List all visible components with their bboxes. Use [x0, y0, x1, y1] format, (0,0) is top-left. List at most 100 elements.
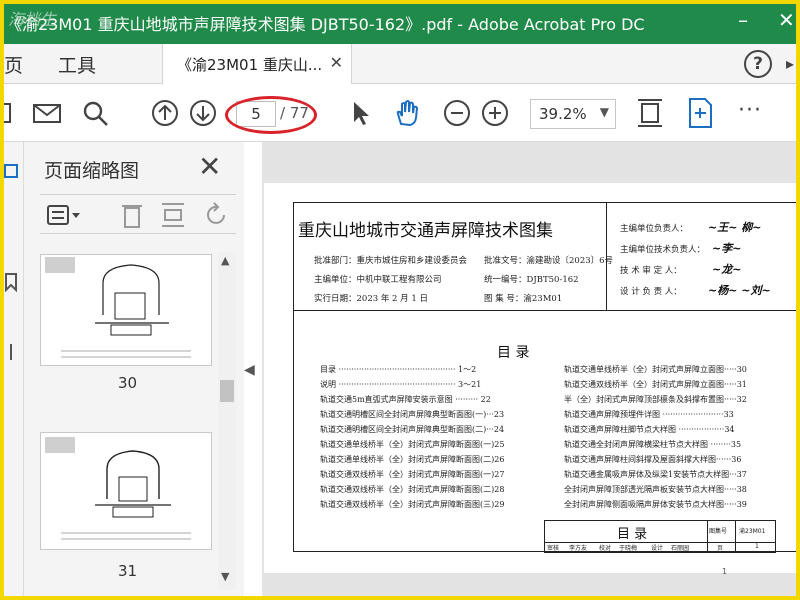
watermark: 海档生	[8, 10, 57, 29]
toc-left-entry-7: 轨道交通单线桥半（全）封闭式声屏障断面图(二)26	[320, 455, 505, 464]
titleblock-heading: 目 录	[617, 527, 648, 542]
chief-tech-person: 主编单位技术负责人：	[620, 245, 706, 255]
toc-right-entry-6: 轨道交通全封闭声屏障横梁柱节点大样图 ········35	[564, 440, 742, 449]
toc-right-entry-8: 轨道交通金属吸声屏体及纵梁1安装节点大样图···37	[564, 470, 747, 479]
select-cursor-icon[interactable]	[346, 98, 376, 128]
thumbnail-options-icon[interactable]	[46, 203, 82, 227]
zoom-out-icon[interactable]	[442, 98, 472, 128]
signature: ~龙~	[712, 263, 742, 276]
more-tools-icon[interactable]: ···	[738, 98, 762, 123]
zoom-in-icon[interactable]	[480, 98, 510, 128]
toolbar	[0, 84, 800, 142]
tech-reviewer: 技 术 审 定 人：	[620, 266, 682, 276]
toc-left-entry-1: 目录 ·····································…	[320, 365, 477, 374]
menu-overflow-icon[interactable]: ▸	[786, 54, 794, 73]
thumbnail-page-number: 31	[118, 562, 138, 580]
next-page-icon[interactable]	[188, 98, 218, 128]
zoom-select[interactable]: 39.2% ▼	[530, 99, 616, 129]
titleblock-reviewer-label: 审核	[547, 545, 560, 552]
scrollbar-thumb[interactable]	[220, 380, 234, 402]
menu-bar: 页 工具 《渝23M01 重庆山... ✕ ? ▸	[0, 44, 800, 84]
previous-page-icon[interactable]	[150, 98, 180, 128]
title-bar: 海档生 《渝23M01 重庆山地城市声屏障技术图集 DJBT50-162》.pd…	[0, 0, 800, 44]
toc-left-entry-3: 轨道交通5m直弧式声屏障安装示意图 ········· 22	[320, 395, 491, 404]
read-mode-icon[interactable]	[684, 96, 716, 130]
toc-right-entry-3: 半（全）封闭式声屏障顶部檩条及斜撑布置图·····32	[564, 395, 747, 404]
titleblock-designer-label: 设计	[651, 545, 664, 552]
toc-left-entry-8: 轨道交通双线桥半（全）封闭式声屏障断面图(一)27	[320, 470, 505, 479]
close-window-button[interactable]: ✕	[778, 8, 795, 32]
effective-date: 实行日期：2023 年 2 月 1 日	[314, 294, 428, 304]
page-footer-number: 1	[722, 567, 728, 576]
attachment-icon[interactable]	[2, 342, 20, 362]
chevron-down-icon: ▼	[599, 105, 609, 119]
scroll-down-icon[interactable]: ▼	[221, 570, 229, 583]
rotate-page-icon[interactable]	[204, 201, 230, 229]
toc-right-entry-9: 全封闭声屏障顶部透光隔声板安装节点大样图·····38	[564, 485, 747, 494]
atlas-number: 图 集 号：渝23M01	[484, 294, 563, 304]
toc-left-entry-2: 说明 ·····································…	[320, 380, 482, 389]
panel-title: 页面缩略图	[44, 160, 140, 182]
titleblock-reviewer: 李方友	[569, 545, 588, 552]
editor-unit: 主编单位：中机中联工程有限公司	[314, 275, 442, 285]
panel-toolbar	[40, 194, 236, 234]
signature: ~杨~ ~刘~	[708, 284, 771, 297]
toc-right-entry-2: 轨道交通双线桥半（全）封闭式声屏障立面图·····31	[564, 380, 747, 389]
insert-page-icon[interactable]	[160, 201, 186, 229]
page-thumbnails-icon[interactable]	[2, 162, 20, 180]
toc-right-entry-5: 轨道交通声屏障柱脚节点大样图 ··················34	[564, 425, 735, 434]
document-tab[interactable]: 《渝23M01 重庆山... ✕	[162, 44, 352, 84]
approval-number: 批准文号：渝建勘设〔2023〕6号	[484, 256, 614, 266]
annotation-ellipse	[225, 96, 317, 134]
titleblock-fig-value: 渝23M01	[739, 528, 766, 535]
tab-close-icon[interactable]: ✕	[330, 53, 343, 72]
toc-left-entry-9: 轨道交通双线桥半（全）封闭式声屏障断面图(二)28	[320, 485, 505, 494]
hand-tool-icon[interactable]	[392, 98, 422, 128]
toc-right-entry-1: 轨道交通单线桥半（全）封闭式声屏障立面图·····30	[564, 365, 747, 374]
save-icon[interactable]	[0, 98, 30, 128]
titleblock-checker: 于晓梅	[619, 545, 638, 552]
signature: ~王~ 柳~	[708, 221, 762, 234]
zoom-value: 39.2%	[539, 105, 587, 123]
delete-page-icon[interactable]	[120, 201, 144, 229]
thumbnail-page-30[interactable]	[40, 254, 212, 366]
unified-number: 统一编号：DJBT50-162	[484, 275, 579, 285]
approval-dept: 批准部门：重庆市城住房和乡建设委员会	[314, 256, 468, 266]
collapse-panel-icon[interactable]: ◀	[244, 362, 255, 378]
toc-left-entry-5: 轨道交通明槽区间全封闭声屏障典型断面图(二)···24	[320, 425, 505, 434]
panel-close-icon[interactable]: ✕	[198, 150, 221, 183]
left-rail	[0, 142, 24, 600]
thumbnail-page-31[interactable]	[40, 432, 212, 550]
thumbnail-page-number: 30	[118, 374, 138, 392]
titleblock-page-label: 页	[717, 545, 724, 552]
design-lead: 设 计 负 责 人：	[620, 287, 682, 297]
toc-left-entry-10: 轨道交通双线桥半（全）封闭式声屏障断面图(三)29	[320, 500, 505, 509]
menu-home[interactable]: 页	[4, 51, 23, 78]
help-icon[interactable]: ?	[744, 50, 772, 78]
toc-right-entry-10: 全封闭声屏障侧面吸隔声屏体安装节点大样图·····39	[564, 500, 747, 509]
fit-page-icon[interactable]	[634, 96, 666, 130]
titleblock-fig-label: 图集号	[709, 528, 728, 535]
titleblock-page-value: 1	[755, 543, 759, 550]
toc-right-entry-4: 轨道交通声屏障预埋件详图 ························33	[564, 410, 734, 419]
scroll-up-icon[interactable]: ▲	[221, 254, 229, 267]
toc-left-entry-6: 轨道交通单线桥半（全）封闭式声屏障断面图(一)25	[320, 440, 505, 449]
window-title: 《渝23M01 重庆山地城市声屏障技术图集 DJBT50-162》.pdf - …	[6, 15, 645, 34]
toc-right-entry-7: 轨道交通声屏障柱间斜撑及屋面斜撑大样图······36	[564, 455, 742, 464]
title-block: 目 录 图集号 渝23M01 页 1 审核 李方友 校对 于晓梅 设计 石丽园	[544, 520, 776, 553]
bookmark-icon[interactable]	[2, 272, 20, 292]
menu-tools[interactable]: 工具	[58, 51, 96, 78]
mail-icon[interactable]	[32, 98, 62, 128]
toc-left-entry-4: 轨道交通明槽区间全封闭声屏障典型断面图(一)···23	[320, 410, 505, 419]
chief-unit-person: 主编单位负责人：	[620, 224, 689, 234]
signature: ~李~	[712, 242, 742, 255]
search-icon[interactable]	[80, 98, 110, 128]
document-title: 重庆山地城市交通声屏障技术图集	[298, 221, 553, 241]
toc-heading: 目 录	[497, 345, 530, 361]
titleblock-checker-label: 校对	[599, 545, 612, 552]
header-divider	[293, 310, 800, 311]
minimize-button[interactable]: –	[738, 8, 748, 32]
titleblock-designer: 石丽园	[671, 545, 690, 552]
tab-label: 《渝23M01 重庆山...	[177, 56, 323, 74]
thumbnail-scrollbar[interactable]: ▲ ▼	[218, 252, 236, 590]
